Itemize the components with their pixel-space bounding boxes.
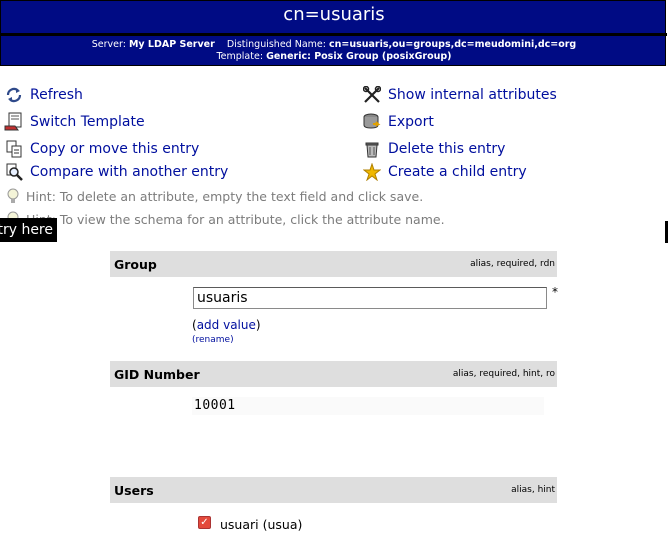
schema-hint-text: Hint: To view the schema for an attribut… (26, 211, 445, 227)
refresh-icon (4, 85, 24, 105)
copy-icon (4, 139, 24, 159)
header-line-2: Template: Generic: Posix Group (posixGro… (1, 51, 667, 63)
flag-hint[interactable]: hint (537, 485, 555, 495)
copy-move-action[interactable]: Copy or move this entry (4, 139, 199, 159)
trash-icon (362, 139, 382, 159)
dn-value: cn=usuaris,ou=groups,dc=meudomini,dc=org (328, 39, 577, 50)
export-icon (362, 112, 382, 132)
tooltip: try here (0, 218, 57, 242)
attr-users-header: Users alias, hint (110, 477, 557, 503)
flag-alias[interactable]: alias (511, 485, 532, 495)
refresh-link[interactable]: Refresh (30, 87, 83, 103)
server-name: My LDAP Server (128, 39, 215, 50)
required-marker: * (552, 285, 558, 299)
attr-gid-name[interactable]: GID Number (110, 367, 200, 382)
refresh-action[interactable]: Refresh (4, 85, 83, 105)
delete-hint-text: Hint: To delete an attribute, empty the … (26, 188, 424, 204)
attr-users-name[interactable]: Users (110, 483, 154, 498)
switch-template-action[interactable]: Switch Template (4, 112, 145, 132)
add-value: (add value) (192, 318, 261, 332)
flag-required[interactable]: required (479, 369, 518, 379)
attr-group-flags: alias, required, rdn (470, 259, 555, 269)
page-header: cn=usuaris Server: My LDAP Server Distin… (0, 0, 667, 66)
add-value-link[interactable]: add value (197, 318, 256, 332)
group-value-input[interactable] (193, 287, 547, 309)
member-label: usuari (usua) (220, 517, 303, 532)
show-internal-action[interactable]: Show internal attributes (362, 85, 557, 105)
switch-template-link[interactable]: Switch Template (30, 114, 145, 130)
lightbulb-icon (4, 188, 22, 204)
server-label: Server: (91, 39, 126, 50)
copy-move-link[interactable]: Copy or move this entry (30, 141, 199, 157)
add-value-close-paren: ) (255, 318, 261, 332)
delete-link[interactable]: Delete this entry (388, 141, 505, 157)
flag-alias[interactable]: alias (470, 259, 491, 269)
flag-rdn[interactable]: rdn (540, 259, 555, 269)
rename-link[interactable]: (rename) (192, 335, 234, 345)
export-link[interactable]: Export (388, 114, 434, 130)
template-label: Template: (216, 51, 264, 62)
dn-label: Distinguished Name: (226, 39, 326, 50)
gid-value: 10001 (192, 397, 544, 415)
rename: (rename) (192, 335, 234, 345)
header-info: Server: My LDAP Server Distinguished Nam… (1, 39, 667, 63)
template-value: Generic: Posix Group (posixGroup) (266, 51, 452, 62)
delete-hint: Hint: To delete an attribute, empty the … (4, 188, 423, 204)
attr-gid-header: GID Number alias, required, hint, ro (110, 361, 557, 387)
magnifier-icon (4, 162, 24, 182)
compare-link[interactable]: Compare with another entry (30, 164, 228, 180)
flag-hint[interactable]: hint (522, 369, 541, 379)
delete-action[interactable]: Delete this entry (362, 139, 505, 159)
create-child-action[interactable]: Create a child entry (362, 162, 527, 182)
attr-gid-flags: alias, required, hint, ro (452, 369, 555, 379)
header-line-1: Server: My LDAP Server Distinguished Nam… (1, 39, 667, 51)
attr-group-header: Group alias, required, rdn (110, 251, 557, 277)
switch-template-icon (4, 112, 24, 132)
member-checkbox[interactable]: ✓ (198, 516, 211, 529)
flag-ro[interactable]: ro (545, 369, 555, 379)
tools-icon (362, 85, 382, 105)
show-internal-link[interactable]: Show internal attributes (388, 87, 557, 103)
star-icon (362, 162, 382, 182)
export-action[interactable]: Export (362, 112, 434, 132)
tooltip-text: try here (0, 222, 53, 238)
header-divider (1, 33, 667, 36)
page-title: cn=usuaris (283, 4, 385, 25)
create-child-link[interactable]: Create a child entry (388, 164, 527, 180)
flag-required[interactable]: required (496, 259, 535, 269)
compare-action[interactable]: Compare with another entry (4, 162, 228, 182)
attr-users-flags: alias, hint (511, 485, 555, 495)
attr-group-name[interactable]: Group (110, 257, 157, 272)
flag-alias[interactable]: alias (452, 369, 474, 379)
schema-hint: Hint: To view the schema for an attribut… (4, 211, 445, 227)
